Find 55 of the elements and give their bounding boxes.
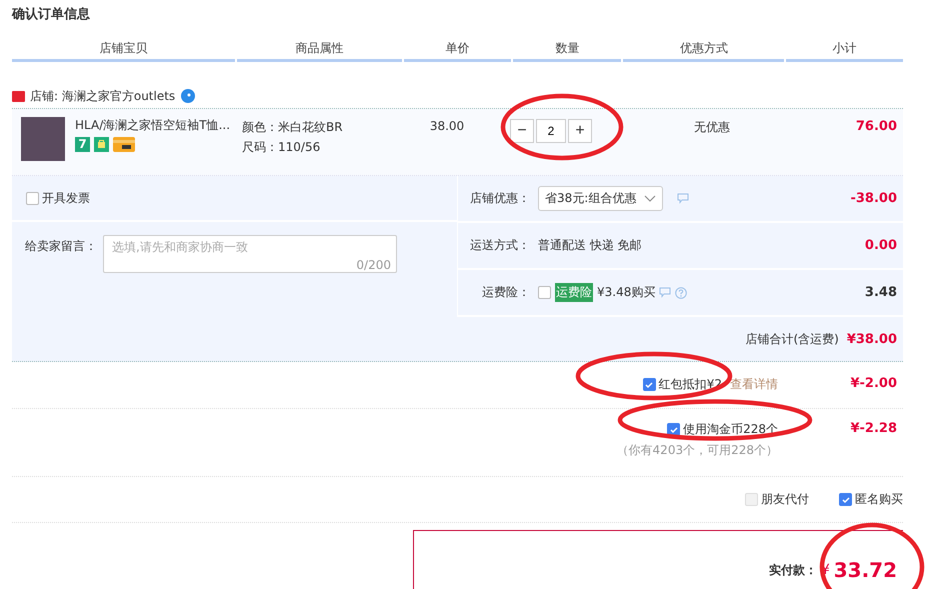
shop-total-label: 店铺合计(含运费) (745, 330, 839, 348)
photo-placeholder[interactable] (21, 117, 65, 161)
character-counter: 0/200 (356, 258, 391, 272)
shop-discount-amount: -38.00 (850, 191, 898, 206)
shop-total-amount: ¥38.00 (846, 332, 897, 346)
voucher-amount: ¥-2.00 (849, 376, 898, 391)
product-attribute: 颜色：米白花纹BR (242, 119, 344, 136)
payment-label: 实付款： (768, 562, 817, 578)
coins-note: （你有4203个，可用228个） (616, 442, 778, 459)
invoice-label[interactable]: 开具发票 (42, 190, 90, 206)
insurance-price: ¥3.48购买 (597, 284, 656, 301)
voucher-checkbox[interactable] (642, 378, 656, 391)
column-header: 单价 (404, 37, 512, 62)
discount-text: 无优惠 (693, 119, 731, 136)
shipping-label: 运送方式： (469, 237, 531, 254)
decrease-button[interactable]: − (510, 119, 534, 143)
seven-day-badge: 7 (75, 137, 90, 152)
column-header: 数量 (513, 37, 622, 62)
shipping-method: 普通配送 快递 免邮 (538, 237, 642, 254)
insurance-amount: 3.48 (864, 285, 898, 300)
card-icon (113, 137, 135, 152)
insurance-tag: 运费险 (555, 283, 593, 302)
checkmark-icon (644, 380, 654, 390)
checkmark-icon (840, 494, 850, 504)
chat-icon[interactable] (180, 88, 196, 104)
discount-dropdown[interactable]: 省38元:组合优惠 (538, 186, 664, 211)
shipping-amount: 0.00 (864, 238, 898, 253)
column-header: 优惠方式 (623, 37, 784, 62)
checkmark-icon (668, 424, 679, 434)
insurance-label: 运费险： (481, 284, 531, 301)
column-header: 商品属性 (237, 37, 402, 62)
comment-icon[interactable] (659, 287, 672, 298)
option-label[interactable]: 匿名购买 (855, 491, 903, 508)
insurance-checkbox[interactable] (538, 286, 551, 299)
increase-button[interactable]: + (568, 119, 592, 143)
option-checkbox[interactable] (839, 493, 852, 506)
shop-discount-label: 店铺优惠： (469, 190, 531, 207)
help-icon[interactable] (675, 286, 688, 298)
bag-icon (94, 137, 109, 152)
product-name[interactable]: HLA/海澜之家悟空短袖T恤... (75, 117, 230, 134)
payment-amount: 33.72 (834, 558, 897, 582)
shop-logo-icon (12, 90, 25, 102)
comment-icon[interactable] (677, 193, 690, 204)
caret-icon (644, 194, 656, 202)
message-label: 给卖家留言： (25, 238, 97, 255)
coins-amount: ¥-2.28 (849, 421, 898, 436)
page-title: 确认订单信息 (12, 6, 91, 24)
unit-price: 38.00 (428, 118, 466, 135)
column-header: 店铺宝贝 (12, 37, 236, 62)
product-attribute: 尺码：110/56 (242, 139, 322, 156)
invoice-checkbox[interactable] (26, 192, 39, 204)
subtotal: 76.00 (854, 118, 898, 136)
quantity-field[interactable]: 2 (536, 119, 566, 143)
shop-name[interactable]: 店铺: 海澜之家官方outlets (30, 88, 176, 104)
column-header: 小计 (786, 37, 904, 62)
